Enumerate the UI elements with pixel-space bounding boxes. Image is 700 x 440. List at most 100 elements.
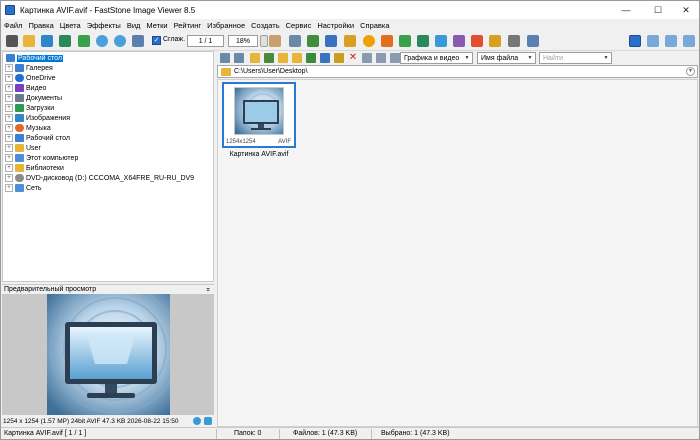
adjust-icon[interactable] <box>363 35 375 47</box>
tag-icon[interactable] <box>344 35 356 47</box>
minimize-button[interactable]: — <box>611 1 641 19</box>
menu-effects[interactable]: Эффекты <box>87 21 121 30</box>
open-folder-icon[interactable] <box>23 35 35 47</box>
email-icon[interactable] <box>489 35 501 47</box>
expand-icon[interactable]: + <box>5 74 13 82</box>
expand-icon[interactable]: + <box>5 144 13 152</box>
back-icon[interactable] <box>220 53 230 63</box>
tree-item-libraries[interactable]: + Библиотеки <box>3 163 64 173</box>
crop-icon[interactable] <box>381 35 393 47</box>
path-bar[interactable]: C:\Users\User\Desktop\ ▼ <box>217 65 698 78</box>
expand-icon[interactable]: + <box>5 64 13 72</box>
menu-file[interactable]: Файл <box>4 21 22 30</box>
menu-edit[interactable]: Правка <box>28 21 53 30</box>
thumbnail-item[interactable]: 1254x1254 AVIF <box>222 82 296 148</box>
search-input[interactable]: Найти ▼ <box>539 52 612 64</box>
menu-view[interactable]: Вид <box>127 21 141 30</box>
expand-icon[interactable]: + <box>5 164 13 172</box>
move-to-icon[interactable] <box>306 53 316 63</box>
tree-item-music[interactable]: + Музыка <box>3 123 51 133</box>
fullscreen-layout-icon[interactable] <box>647 35 659 47</box>
tree-item-documents[interactable]: + Документы <box>3 93 62 103</box>
zoom-in-icon[interactable] <box>96 35 108 47</box>
preview-zoom-icon[interactable] <box>193 417 201 425</box>
path-dropdown-icon[interactable]: ▼ <box>686 67 695 76</box>
menu-settings[interactable]: Настройки <box>317 21 354 30</box>
forward-icon[interactable] <box>234 53 244 63</box>
favorite-folder-icon[interactable] <box>264 53 274 63</box>
slideshow-icon[interactable] <box>325 35 337 47</box>
print-icon[interactable] <box>508 35 520 47</box>
expand-icon[interactable]: + <box>5 134 13 142</box>
file-filter-select[interactable]: Графика и видео ▼ <box>400 52 473 64</box>
menu-tags[interactable]: Метки <box>146 21 167 30</box>
select-all-icon[interactable] <box>320 53 330 63</box>
thumbnail-view-icon[interactable] <box>362 53 372 63</box>
tree-item-this-pc[interactable]: + Этот компьютер <box>3 153 78 163</box>
preview-fit-icon[interactable] <box>204 417 212 425</box>
details-view-icon[interactable] <box>390 53 400 63</box>
menu-colors[interactable]: Цвета <box>60 21 81 30</box>
tree-item-gallery[interactable]: + Галерея <box>3 63 53 73</box>
thumbnail-format: AVIF <box>278 139 291 145</box>
expand-icon[interactable]: + <box>5 154 13 162</box>
compare-layout-icon[interactable] <box>665 35 677 47</box>
pin-icon[interactable]: ⌅ <box>205 285 211 293</box>
preview-image[interactable] <box>47 294 170 415</box>
save-icon[interactable] <box>59 35 71 47</box>
tree-item-video[interactable]: + Видео <box>3 83 46 93</box>
menu-tools[interactable]: Сервис <box>286 21 312 30</box>
expand-icon[interactable]: + <box>5 184 13 192</box>
fit-window-icon[interactable] <box>78 35 90 47</box>
resize-icon[interactable] <box>435 35 447 47</box>
tree-item-dvd[interactable]: + DVD-дисковод (D:) CCCOMA_X64FRE_RU-RU_… <box>3 173 194 183</box>
acquire-icon[interactable] <box>41 35 53 47</box>
expand-icon[interactable]: + <box>5 124 13 132</box>
expand-icon[interactable]: + <box>5 114 13 122</box>
tree-item-downloads[interactable]: + Загрузки <box>3 103 54 113</box>
up-folder-icon[interactable] <box>250 53 260 63</box>
expand-icon[interactable]: + <box>5 84 13 92</box>
smooth-checkbox[interactable]: ✓ <box>152 36 161 45</box>
expand-icon[interactable]: + <box>5 94 13 102</box>
menu-create[interactable]: Создать <box>251 21 280 30</box>
expand-icon[interactable]: + <box>5 104 13 112</box>
page-counter[interactable]: 1 / 1 <box>187 35 224 47</box>
zoom-out-icon[interactable] <box>114 35 126 47</box>
browser-layout-icon[interactable] <box>629 35 641 47</box>
menu-help[interactable]: Справка <box>360 21 389 30</box>
effects-icon[interactable] <box>471 35 483 47</box>
next-icon[interactable] <box>307 35 319 47</box>
cloud-icon <box>15 74 24 82</box>
tree-item-desktop-root[interactable]: Рабочий стол <box>3 53 63 63</box>
draw-icon[interactable] <box>453 35 465 47</box>
sort-select[interactable]: Имя файла ▼ <box>477 52 536 64</box>
monitor-image <box>47 294 170 415</box>
actual-size-icon[interactable] <box>132 35 144 47</box>
tree-item-user[interactable]: + User <box>3 143 41 153</box>
previous-icon[interactable] <box>289 35 301 47</box>
rotate-left-icon[interactable] <box>399 35 411 47</box>
maximize-button[interactable]: ☐ <box>643 1 673 19</box>
new-folder-icon[interactable] <box>278 53 288 63</box>
main-toolbar: ✓ Сглаж. 1 / 1 18% <box>1 32 699 51</box>
menu-favorites[interactable]: Избранное <box>207 21 245 30</box>
tree-item-pictures[interactable]: + Изображения <box>3 113 70 123</box>
list-view-icon[interactable] <box>376 53 386 63</box>
tree-item-network[interactable]: + Сеть <box>3 183 42 193</box>
tree-item-desktop[interactable]: + Рабочий стол <box>3 133 70 143</box>
expand-icon[interactable]: + <box>5 174 13 182</box>
tree-item-onedrive[interactable]: + OneDrive <box>3 73 56 83</box>
open-camera-icon[interactable] <box>6 35 18 47</box>
delete-icon[interactable]: ✕ <box>348 53 358 63</box>
zoom-dropdown-icon[interactable] <box>260 35 268 47</box>
copy-to-icon[interactable] <box>292 53 302 63</box>
hand-tool-icon[interactable] <box>269 35 281 47</box>
menu-rating[interactable]: Рейтинг <box>174 21 202 30</box>
wallpaper-icon[interactable] <box>527 35 539 47</box>
single-layout-icon[interactable] <box>683 35 695 47</box>
close-button[interactable]: ✕ <box>671 1 700 19</box>
rotate-right-icon[interactable] <box>417 35 429 47</box>
zoom-field[interactable]: 18% <box>228 35 258 47</box>
refresh-icon[interactable] <box>334 53 344 63</box>
